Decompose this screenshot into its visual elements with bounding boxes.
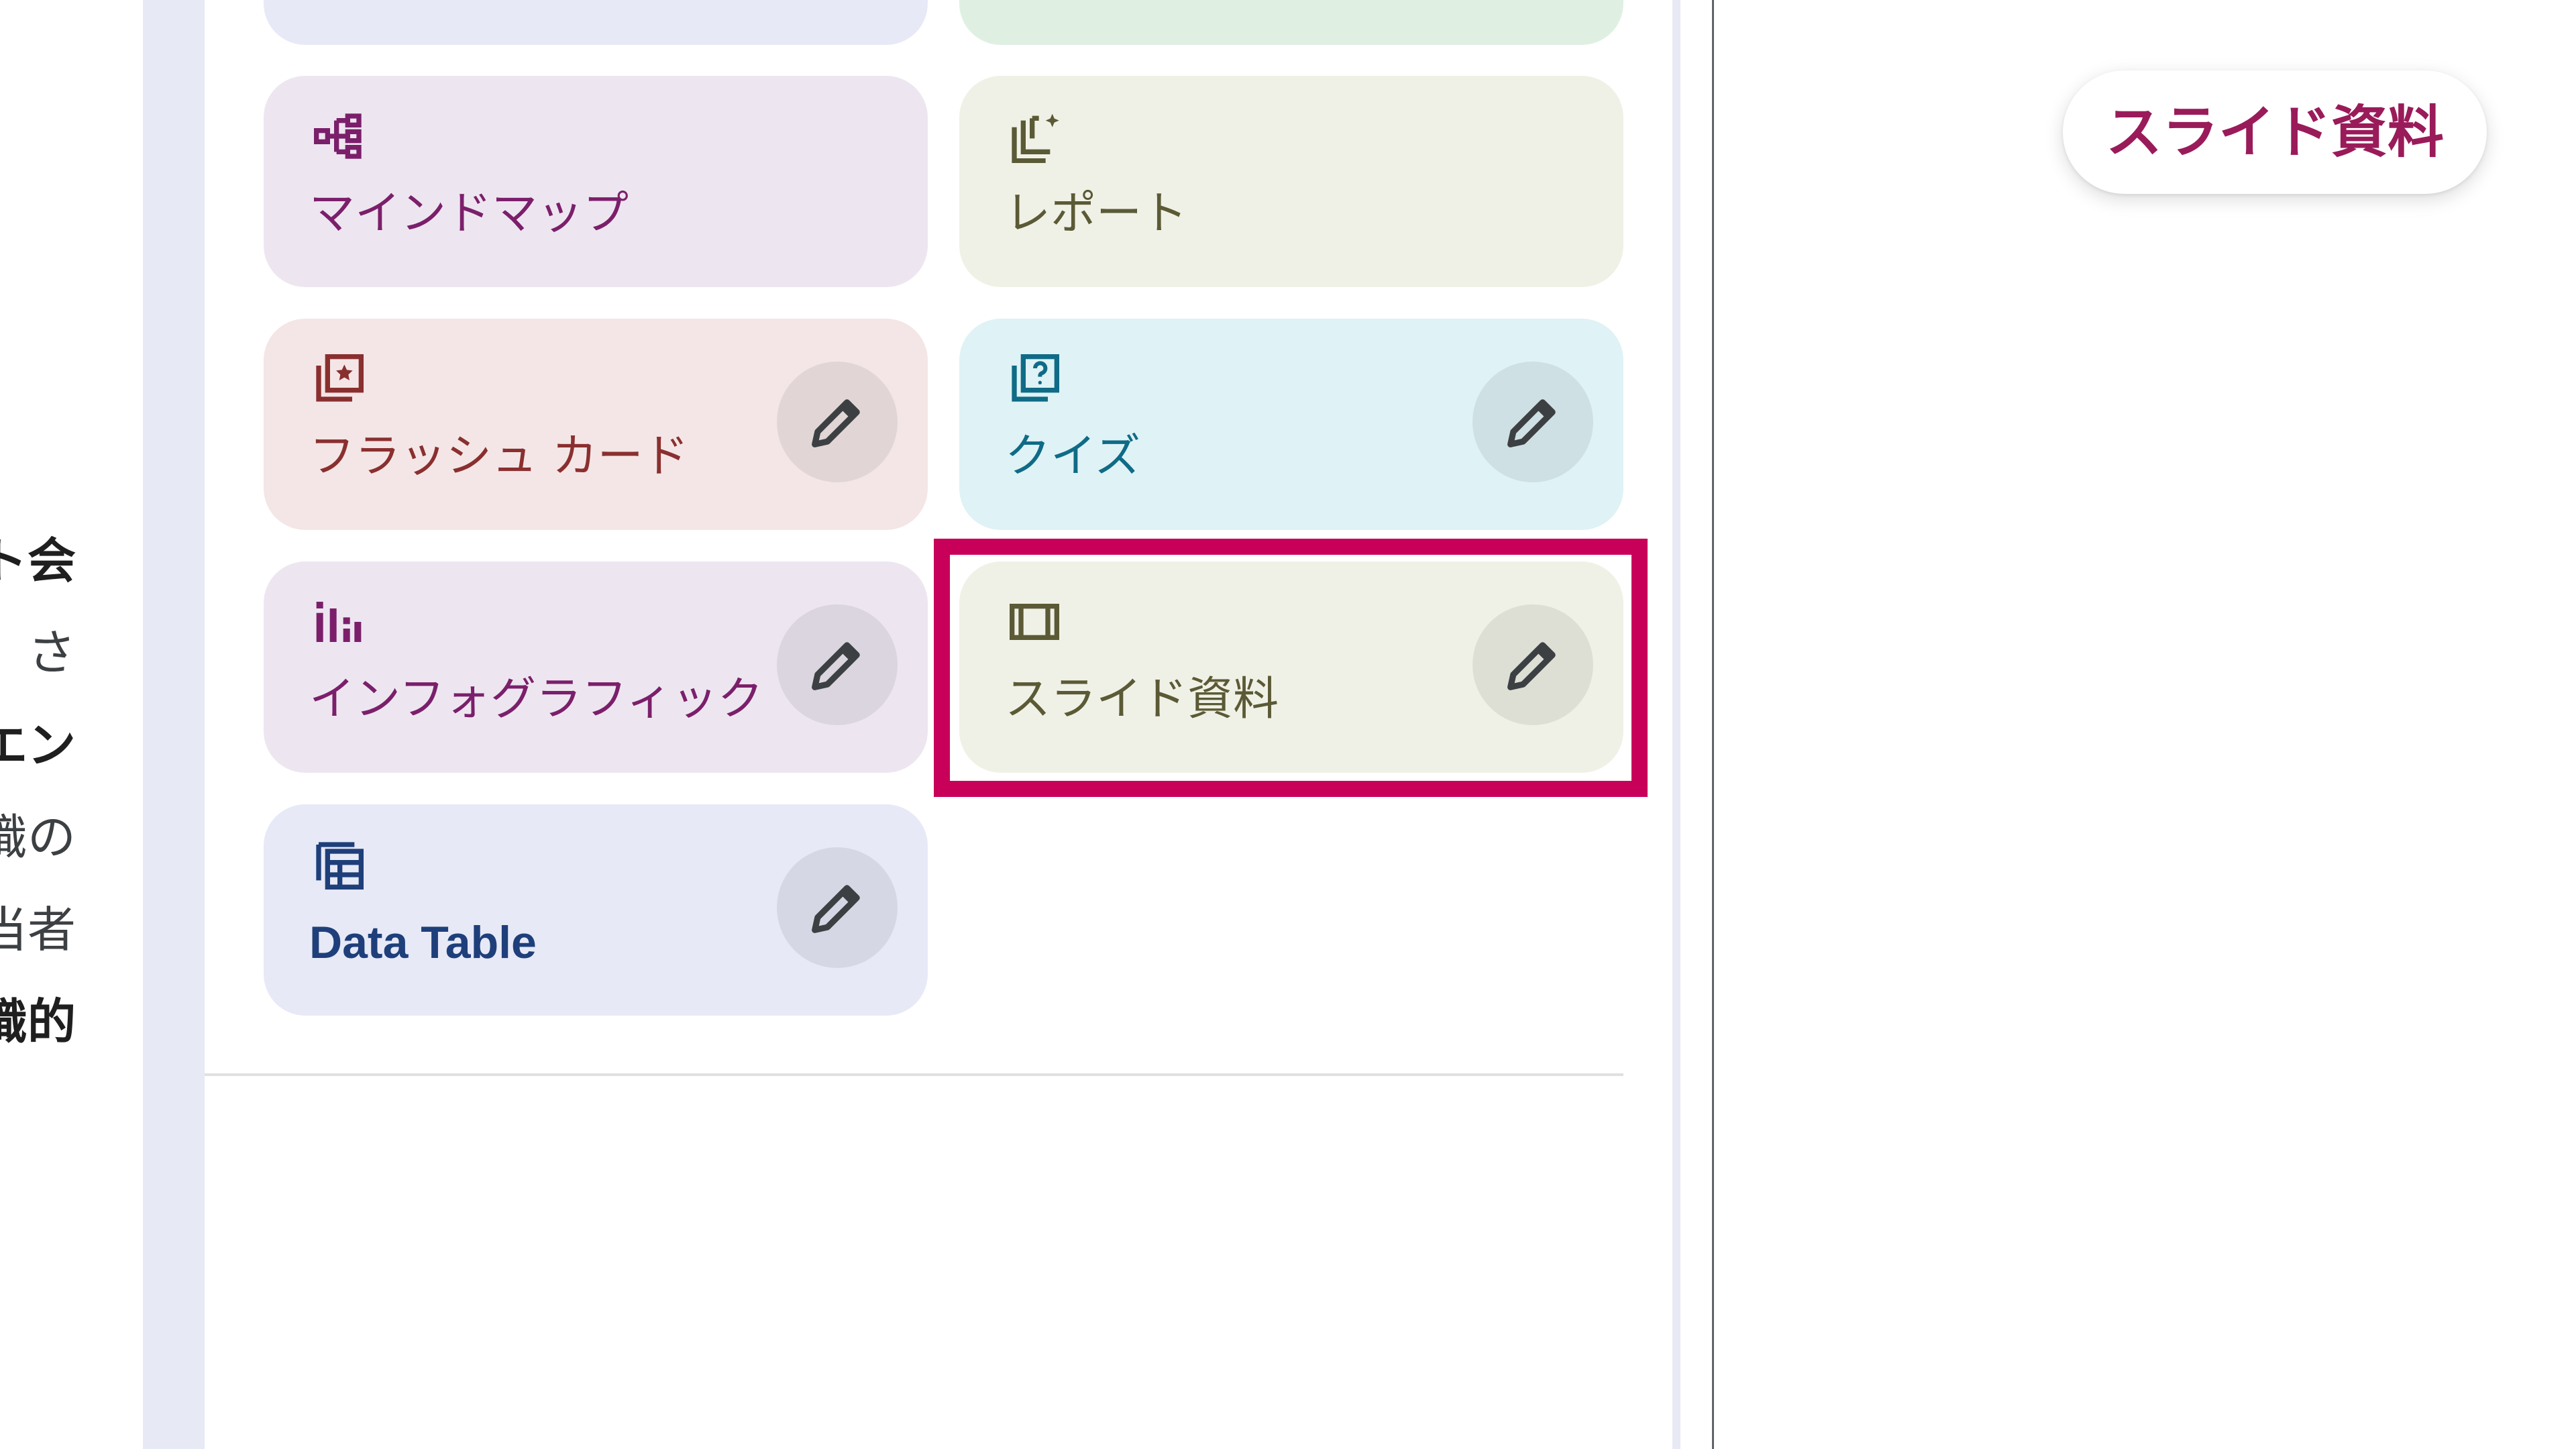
pencil-icon — [812, 399, 860, 447]
card-label: インフォグラフィック — [309, 673, 763, 726]
studio-card-mindmap[interactable]: マインドマップ — [264, 76, 928, 287]
studio-card-infographic[interactable]: インフォグラフィック — [264, 561, 928, 773]
panel-divider — [205, 1073, 1623, 1076]
edit-button[interactable] — [1472, 362, 1593, 482]
edit-button[interactable] — [777, 847, 898, 968]
studio-card-partial[interactable] — [959, 0, 1623, 45]
document-text-line: 識的 — [0, 994, 76, 1050]
edit-button[interactable] — [777, 604, 898, 725]
card-label: マインドマップ — [309, 187, 629, 240]
edit-button[interactable] — [777, 362, 898, 482]
slides-callout-pill: スライド資料 — [2063, 70, 2487, 194]
pencil-icon — [812, 885, 860, 933]
panel-divider-vertical — [1712, 0, 1714, 1449]
studio-card-flashcards[interactable]: フラッシュ カード — [264, 319, 928, 530]
studio-card-datatable[interactable]: Data Table — [264, 804, 928, 1016]
callout-label: スライド資料 — [2105, 99, 2444, 165]
report-icon — [1008, 109, 1061, 163]
highlight-frame — [934, 539, 1648, 797]
pencil-icon — [812, 642, 860, 690]
document-text-line: 当者 — [0, 902, 76, 958]
studio-card-quiz[interactable]: クイズ — [959, 319, 1623, 530]
pencil-icon — [1507, 399, 1556, 447]
studio-card-report[interactable]: レポート — [959, 76, 1623, 287]
document-text-line: 識の — [0, 809, 76, 865]
card-label: フラッシュ カード — [309, 430, 689, 483]
infographic-icon — [312, 595, 366, 649]
document-text-line: ト会 — [0, 533, 76, 589]
flashcard-icon — [312, 352, 366, 406]
card-label: レポート — [1005, 187, 1188, 240]
background-document-text: ト会 さ エン 識の 当者 識的 — [0, 0, 101, 1449]
studio-card-partial[interactable] — [264, 0, 928, 45]
card-label: Data Table — [309, 917, 537, 968]
document-text-line: さ — [27, 625, 76, 681]
document-text-line: エン — [0, 717, 76, 773]
card-label: クイズ — [1005, 430, 1140, 483]
quiz-icon — [1008, 352, 1061, 406]
mindmap-icon — [312, 109, 366, 163]
table-icon — [312, 838, 366, 892]
